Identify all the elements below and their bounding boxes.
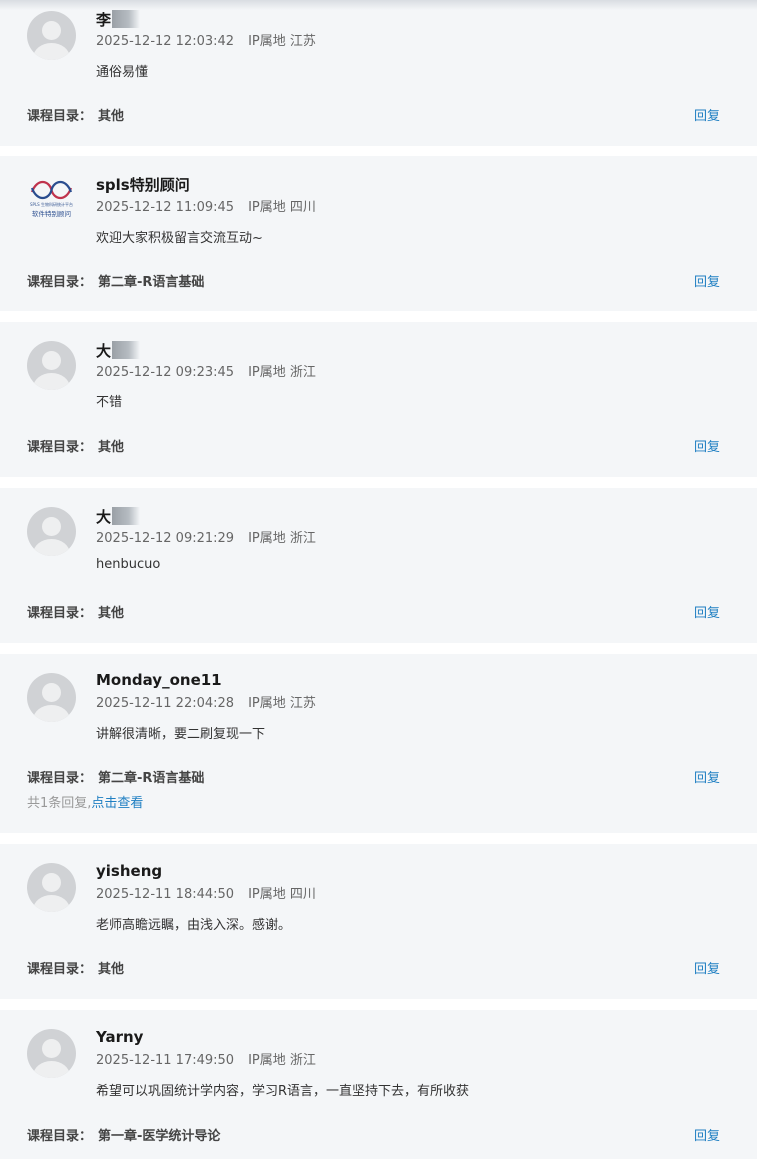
comment-meta: 2025-12-11 17:49:50 IP属地 浙江 <box>96 1049 316 1068</box>
logo-text-line1: SPLS 生物科研统计平台 <box>30 201 73 207</box>
ip-location: IP属地 江苏 <box>248 696 316 711</box>
comment-content: 不错 <box>96 395 123 410</box>
course-catalog: 课程目录： 其他 <box>27 962 125 977</box>
ip-location: IP属地 四川 <box>248 200 316 215</box>
course-catalog: 课程目录： 第二章-R语言基础 <box>27 275 205 290</box>
reply-button[interactable]: 回复 <box>694 1125 720 1144</box>
ip-location: IP属地 四川 <box>248 887 316 902</box>
spls-logo-icon[interactable]: SPLS 生物科研统计平台 软件特别顾问 <box>27 176 76 225</box>
comment-content: 通俗易懂 <box>96 65 149 80</box>
comment-datetime: 2025-12-11 18:44:50 <box>96 887 235 902</box>
comment-card: 大 2025-12-12 09:21:29 IP属地 浙江 henbucuo 课程… <box>0 488 757 643</box>
username-blur-mask <box>112 10 141 28</box>
comment-username[interactable]: spls特别顾问 <box>96 174 190 195</box>
comment-card: SPLS 生物科研统计平台 软件特别顾问 spls特别顾问 2025-12-12… <box>0 156 757 311</box>
ip-location: IP属地 浙江 <box>248 1053 316 1068</box>
comment-card: 大 2025-12-12 09:23:45 IP属地 浙江 不错 课程目录： 其他 … <box>0 322 757 477</box>
comment-username[interactable]: 李 <box>96 9 141 30</box>
comment-content: 希望可以巩固统计学内容，学习R语言，一直坚持下去，有所收获 <box>96 1084 470 1099</box>
default-avatar-icon[interactable] <box>27 673 76 722</box>
course-catalog: 课程目录： 第一章-医学统计导论 <box>27 1129 221 1144</box>
username-blur-mask <box>112 341 141 359</box>
logo-text-line2: 软件特别顾问 <box>32 209 71 218</box>
comment-content: 讲解很清晰，要二刷复现一下 <box>96 727 266 742</box>
course-catalog: 课程目录： 第二章-R语言基础 <box>27 771 205 786</box>
comment-content: 欢迎大家积极留言交流互动~ <box>96 231 263 246</box>
comment-datetime: 2025-12-11 17:49:50 <box>96 1053 235 1068</box>
reply-button[interactable]: 回复 <box>694 767 720 786</box>
comment-card: Yarny 2025-12-11 17:49:50 IP属地 浙江 希望可以巩固统… <box>0 1010 757 1159</box>
default-avatar-icon[interactable] <box>27 507 76 556</box>
comment-meta: 2025-12-12 12:03:42 IP属地 江苏 <box>96 30 316 49</box>
comment-username[interactable]: 大 <box>96 340 141 361</box>
reply-count: 共1条回复,点击查看 <box>27 796 144 811</box>
comment-username[interactable]: Yarny <box>96 1028 143 1046</box>
comment-username[interactable]: Monday_one11 <box>96 671 222 689</box>
top-scroll-shadow <box>0 0 757 10</box>
default-avatar-icon[interactable] <box>27 1029 76 1078</box>
ip-location: IP属地 江苏 <box>248 34 316 49</box>
default-avatar-icon[interactable] <box>27 341 76 390</box>
course-catalog: 课程目录： 其他 <box>27 109 125 124</box>
reply-button[interactable]: 回复 <box>694 271 720 290</box>
reply-button[interactable]: 回复 <box>694 958 720 977</box>
course-catalog: 课程目录： 其他 <box>27 606 125 621</box>
comment-username[interactable]: yisheng <box>96 862 162 880</box>
reply-button[interactable]: 回复 <box>694 602 720 621</box>
comment-meta: 2025-12-12 11:09:45 IP属地 四川 <box>96 196 316 215</box>
default-avatar-icon[interactable] <box>27 11 76 60</box>
comment-card: 李 2025-12-12 12:03:42 IP属地 江苏 通俗易懂 课程目录：其… <box>0 0 757 146</box>
default-avatar-icon[interactable] <box>27 863 76 912</box>
comment-datetime: 2025-12-12 11:09:45 <box>96 200 235 215</box>
course-catalog: 课程目录： 其他 <box>27 440 125 455</box>
comment-card: Monday_one11 2025-12-11 22:04:28 IP属地 江苏 … <box>0 654 757 833</box>
comment-username[interactable]: 大 <box>96 506 141 527</box>
comment-datetime: 2025-12-11 22:04:28 <box>96 696 235 711</box>
comment-datetime: 2025-12-12 12:03:42 <box>96 34 235 49</box>
username-blur-mask <box>112 507 141 525</box>
ip-location: IP属地 浙江 <box>248 365 316 380</box>
reply-button[interactable]: 回复 <box>694 436 720 455</box>
comment-card: yisheng 2025-12-11 18:44:50 IP属地 四川 老师高瞻远… <box>0 844 757 999</box>
comment-datetime: 2025-12-12 09:23:45 <box>96 365 235 380</box>
view-replies-link[interactable]: 点击查看 <box>91 796 143 811</box>
ip-location: IP属地 浙江 <box>248 531 316 546</box>
comment-meta: 2025-12-12 09:21:29 IP属地 浙江 <box>96 527 316 546</box>
comment-content: henbucuo <box>96 557 161 572</box>
comment-content: 老师高瞻远瞩，由浅入深。感谢。 <box>96 918 292 933</box>
comment-meta: 2025-12-11 22:04:28 IP属地 江苏 <box>96 692 316 711</box>
reply-button[interactable]: 回复 <box>694 105 720 124</box>
comment-meta: 2025-12-11 18:44:50 IP属地 四川 <box>96 883 316 902</box>
comment-meta: 2025-12-12 09:23:45 IP属地 浙江 <box>96 361 316 380</box>
spls-logo-graphic: SPLS 生物科研统计平台 软件特别顾问 <box>30 180 73 218</box>
comment-datetime: 2025-12-12 09:21:29 <box>96 531 235 546</box>
